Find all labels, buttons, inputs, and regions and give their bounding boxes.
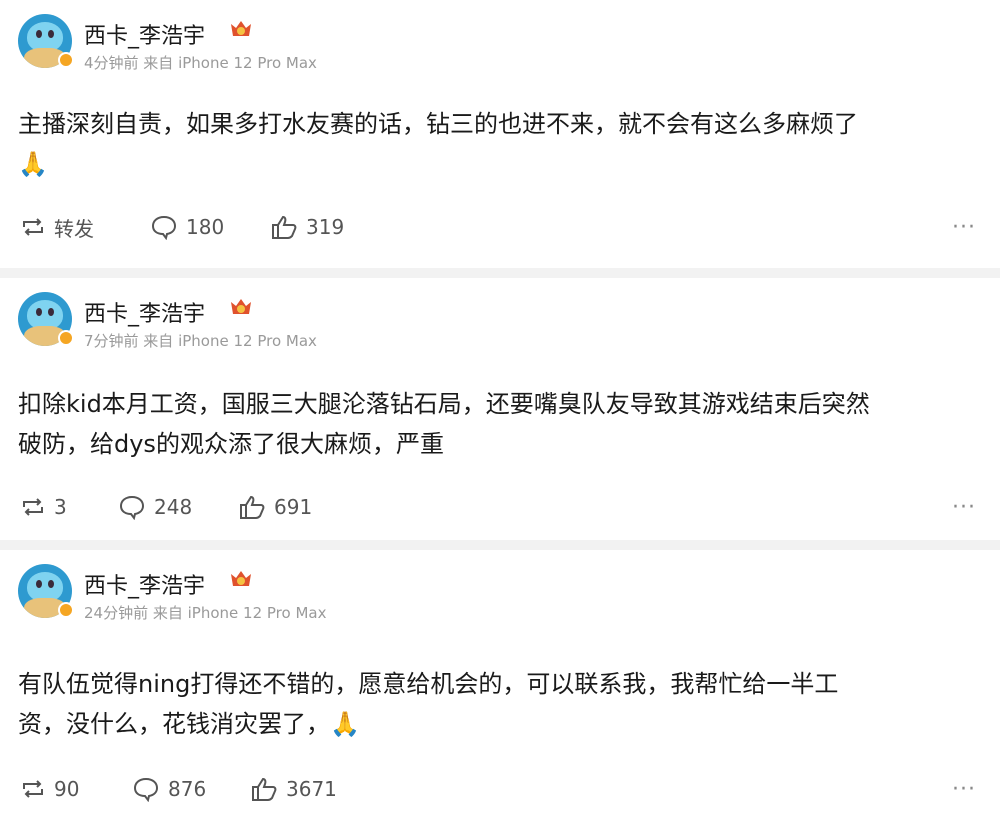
repost-button[interactable]: 3 <box>20 490 67 524</box>
comment-button[interactable]: 248 <box>118 490 192 524</box>
more-button[interactable]: ··· <box>952 490 976 524</box>
content-line: 主播深刻自责，如果多打水友赛的话，钻三的也进不来，就不会有这么多麻烦了 <box>18 110 858 138</box>
username[interactable]: 西卡_李浩宇 <box>84 568 205 600</box>
post-content: 扣除kid本月工资，国服三大腿沦落钻石局，还要嘴臭队友导致其游戏结束后突然 破防… <box>18 384 978 464</box>
repost-icon <box>23 498 43 516</box>
post-card: 西卡_李浩宇 24分钟前 来自 iPhone 12 Pro Max 有队伍觉得n… <box>0 550 1000 824</box>
like-button[interactable]: 691 <box>238 490 312 524</box>
repost-label: 转发 <box>54 216 94 241</box>
username[interactable]: 西卡_李浩宇 <box>84 296 205 328</box>
like-icon <box>240 495 265 519</box>
more-button[interactable]: ··· <box>952 772 976 806</box>
like-count: 691 <box>274 495 313 519</box>
content-line: 扣除kid本月工资，国服三大腿沦落钻石局，还要嘴臭队友导致其游戏结束后突然 <box>18 390 870 418</box>
comment-button[interactable]: 180 <box>150 210 224 244</box>
post-meta: 24分钟前 来自 iPhone 12 Pro Max <box>84 604 327 622</box>
repost-count: 90 <box>54 777 80 801</box>
content-line: 破防，给dys的观众添了很大麻烦，严重 <box>18 430 444 458</box>
post-content: 主播深刻自责，如果多打水友赛的话，钻三的也进不来，就不会有这么多麻烦了 🙏 <box>18 104 978 184</box>
post-content: 有队伍觉得ning打得还不错的，愿意给机会的，可以联系我，我帮忙给一半工 资，没… <box>18 664 978 744</box>
like-icon <box>272 215 297 239</box>
repost-button[interactable]: 90 <box>20 772 79 806</box>
like-button[interactable]: 319 <box>270 210 344 244</box>
action-bar: 90 876 3671 ··· <box>0 772 1000 806</box>
comment-count: 180 <box>186 215 225 239</box>
content-line: 资，没什么，花钱消灾罢了，🙏 <box>18 710 360 738</box>
repost-count: 3 <box>54 495 67 519</box>
comment-count: 876 <box>168 777 207 801</box>
username[interactable]: 西卡_李浩宇 <box>84 18 205 50</box>
verified-badge-icon <box>58 330 74 346</box>
post-meta: 7分钟前 来自 iPhone 12 Pro Max <box>84 332 317 350</box>
comment-icon <box>119 495 145 520</box>
more-button[interactable]: ··· <box>952 210 976 244</box>
content-line: 🙏 <box>18 150 48 178</box>
like-button[interactable]: 3671 <box>250 772 337 806</box>
verified-badge-icon <box>58 602 74 618</box>
like-count: 319 <box>306 215 345 239</box>
action-bar: 3 248 691 ··· <box>0 490 1000 524</box>
verified-badge-icon <box>58 52 74 68</box>
comment-button[interactable]: 876 <box>132 772 206 806</box>
action-bar: 转发 180 319 ··· <box>0 210 1000 244</box>
post-card: 西卡_李浩宇 4分钟前 来自 iPhone 12 Pro Max 主播深刻自责，… <box>0 0 1000 268</box>
like-count: 3671 <box>286 777 337 801</box>
content-line: 有队伍觉得ning打得还不错的，愿意给机会的，可以联系我，我帮忙给一半工 <box>18 670 839 698</box>
comment-icon <box>133 777 159 802</box>
repost-button[interactable]: 转发 <box>20 210 94 244</box>
member-medal-icon <box>231 21 251 36</box>
comment-icon <box>151 215 177 240</box>
repost-icon <box>23 780 43 798</box>
post-card: 西卡_李浩宇 7分钟前 来自 iPhone 12 Pro Max 扣除kid本月… <box>0 278 1000 540</box>
comment-count: 248 <box>154 495 193 519</box>
member-medal-icon <box>231 571 251 586</box>
member-medal-icon <box>231 299 251 314</box>
repost-icon <box>23 218 43 236</box>
post-meta: 4分钟前 来自 iPhone 12 Pro Max <box>84 54 317 72</box>
like-icon <box>252 777 277 801</box>
